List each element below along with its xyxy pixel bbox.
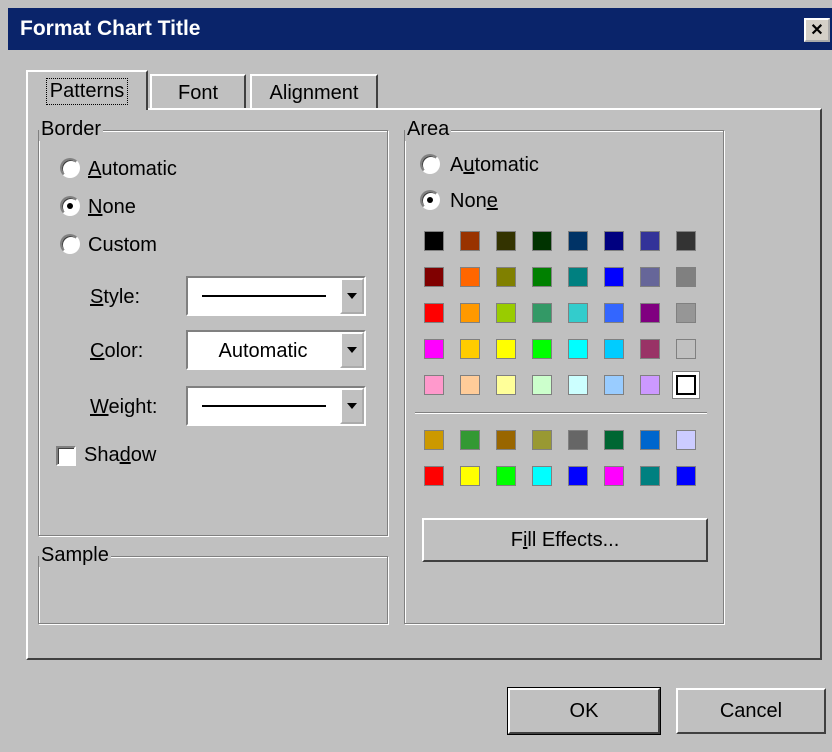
tab-font-label: Font <box>177 81 219 104</box>
tab-font[interactable]: Font <box>150 74 246 110</box>
ok-label: OK <box>569 699 599 722</box>
tab-alignment-label: Alignment <box>269 81 359 104</box>
tab-patterns[interactable]: Patterns <box>26 70 148 110</box>
tab-panel <box>26 108 822 660</box>
close-button[interactable]: ✕ <box>804 18 830 42</box>
window-title: Format Chart Title <box>20 17 201 40</box>
tab-patterns-label: Patterns <box>45 77 129 105</box>
cancel-button[interactable]: Cancel <box>676 688 826 734</box>
close-icon: ✕ <box>810 22 824 39</box>
title-bar: Format Chart Title ✕ <box>8 8 832 50</box>
tab-alignment[interactable]: Alignment <box>250 74 378 110</box>
ok-button[interactable]: OK <box>507 687 661 735</box>
cancel-label: Cancel <box>719 699 783 722</box>
